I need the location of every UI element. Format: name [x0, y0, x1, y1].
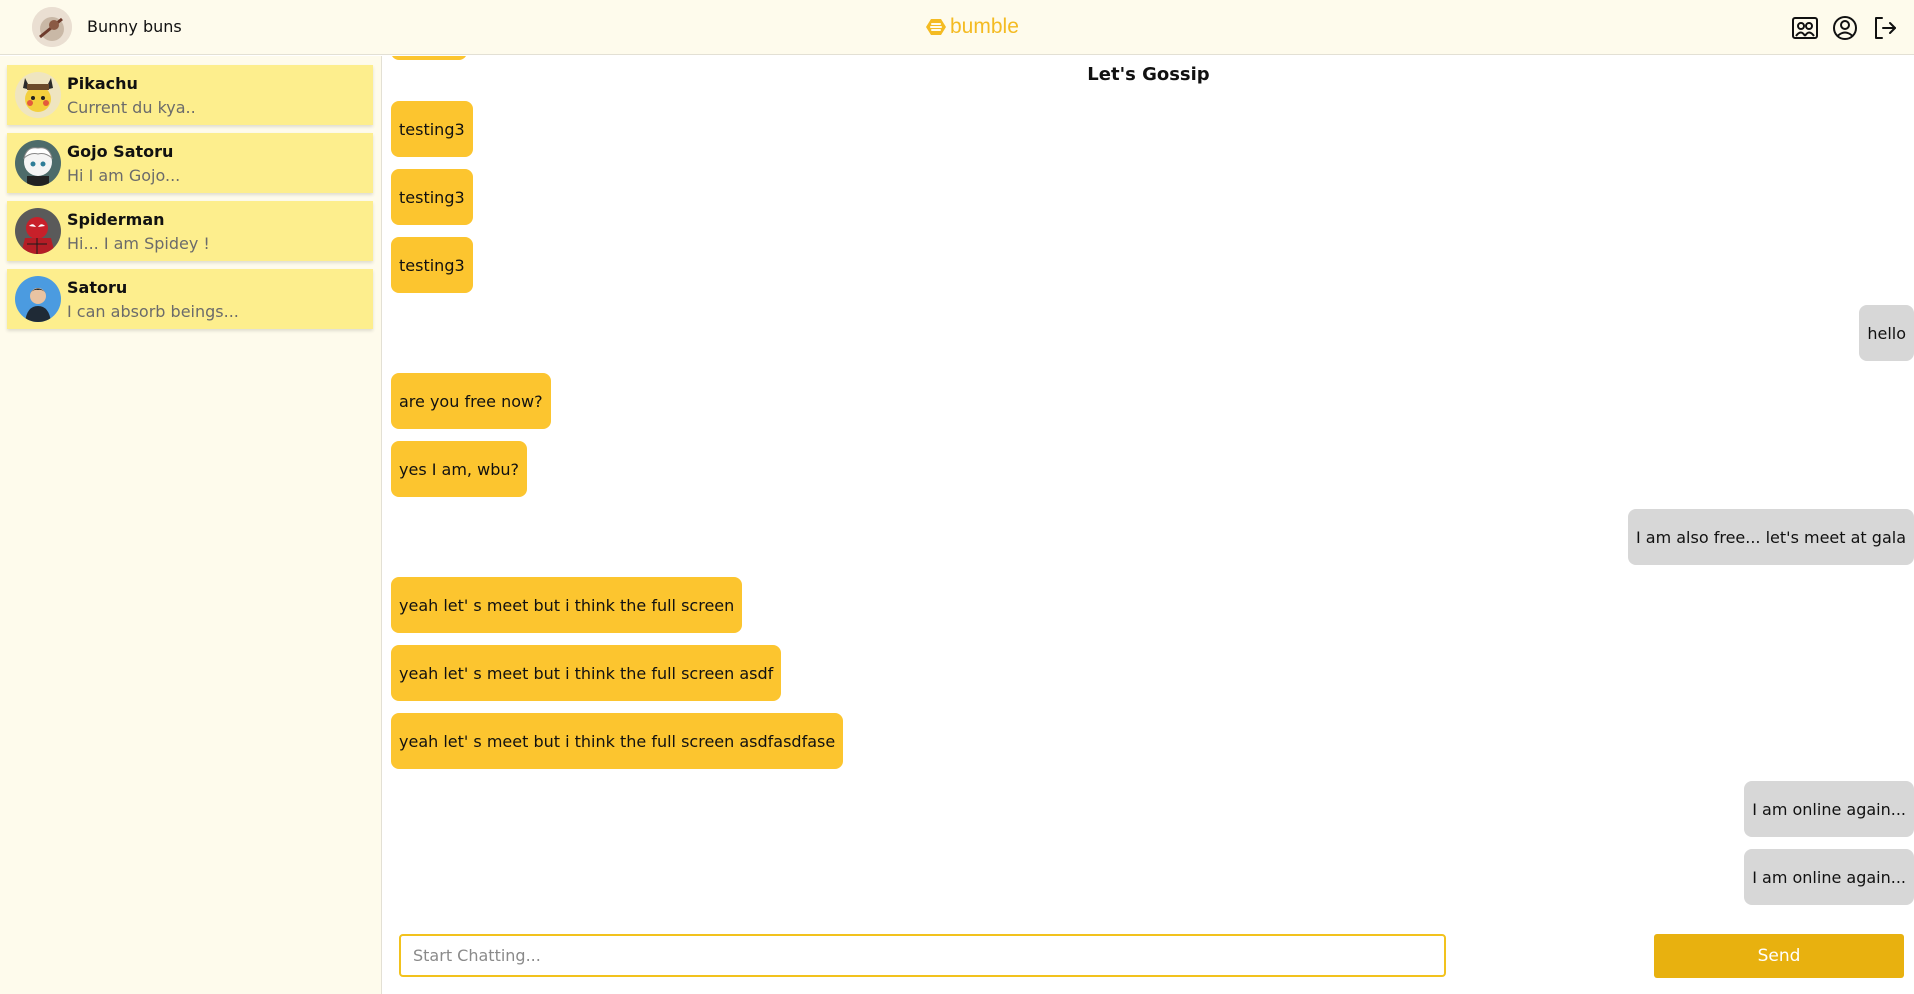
send-button[interactable]: Send	[1654, 934, 1904, 978]
message-input-wrapper	[399, 934, 1446, 977]
message-bubble-sent: I am online again...	[1744, 781, 1914, 837]
contact-name: Pikachu	[67, 74, 138, 93]
user-avatar[interactable]	[32, 7, 72, 47]
profile-icon[interactable]	[1831, 14, 1859, 42]
contact-preview: Hi... I am Spidey !	[67, 234, 210, 253]
satoru-avatar	[15, 276, 61, 322]
contact-preview: I can absorb beings...	[67, 302, 239, 321]
message-bubble-received: testing3	[391, 237, 473, 293]
chat-title: Let's Gossip	[1087, 64, 1210, 85]
message-bubble-sent: I am also free... let's meet at gala	[1627, 509, 1914, 565]
bumble-logo[interactable]: bumble	[926, 13, 1019, 41]
message-bubble-received: yeah let' s meet but i think the full sc…	[391, 713, 844, 769]
gojo-avatar	[15, 140, 61, 186]
message-input[interactable]	[401, 936, 1444, 975]
username-label: Bunny buns	[87, 17, 182, 36]
message-bubble-received: testing3	[391, 169, 473, 225]
contact-card-satoru[interactable]: Satoru I can absorb beings...	[7, 269, 373, 329]
message-bubble-sent: hello	[1859, 305, 1914, 361]
message-bubble-received: yes I am, wbu?	[391, 441, 527, 497]
contact-card-pikachu[interactable]: Pikachu Current du kya..	[7, 65, 373, 125]
friends-icon[interactable]	[1791, 14, 1819, 42]
chat-panel: Let's Gossip testing3 testing3 testing3 …	[383, 56, 1914, 994]
top-header: Bunny buns bumble	[0, 0, 1914, 55]
contacts-sidebar: Pikachu Current du kya.. Gojo Satoru Hi …	[0, 56, 382, 994]
contact-preview: Hi I am Gojo...	[67, 166, 181, 185]
contact-name: Spiderman	[67, 210, 165, 229]
contact-card-spiderman[interactable]: Spiderman Hi... I am Spidey !	[7, 201, 373, 261]
contact-name: Satoru	[67, 278, 128, 297]
contact-name: Gojo Satoru	[67, 142, 174, 161]
bumble-hexagon-icon	[926, 19, 946, 35]
logout-icon[interactable]	[1871, 14, 1899, 42]
message-bubble-received: testing3	[391, 101, 473, 157]
pikachu-avatar	[15, 72, 61, 118]
message-bubble-received: yeah let' s meet but i think the full sc…	[391, 577, 743, 633]
contact-preview: Current du kya..	[67, 98, 196, 117]
contact-card-gojo-satoru[interactable]: Gojo Satoru Hi I am Gojo...	[7, 133, 373, 193]
spiderman-avatar	[15, 208, 61, 254]
message-bubble-received: yeah let' s meet but i think the full sc…	[391, 645, 782, 701]
message-bubble-partial	[391, 56, 467, 60]
logo-text: bumble	[950, 15, 1019, 38]
message-bubble-received: are you free now?	[391, 373, 551, 429]
message-bubble-sent: I am online again...	[1744, 849, 1914, 905]
